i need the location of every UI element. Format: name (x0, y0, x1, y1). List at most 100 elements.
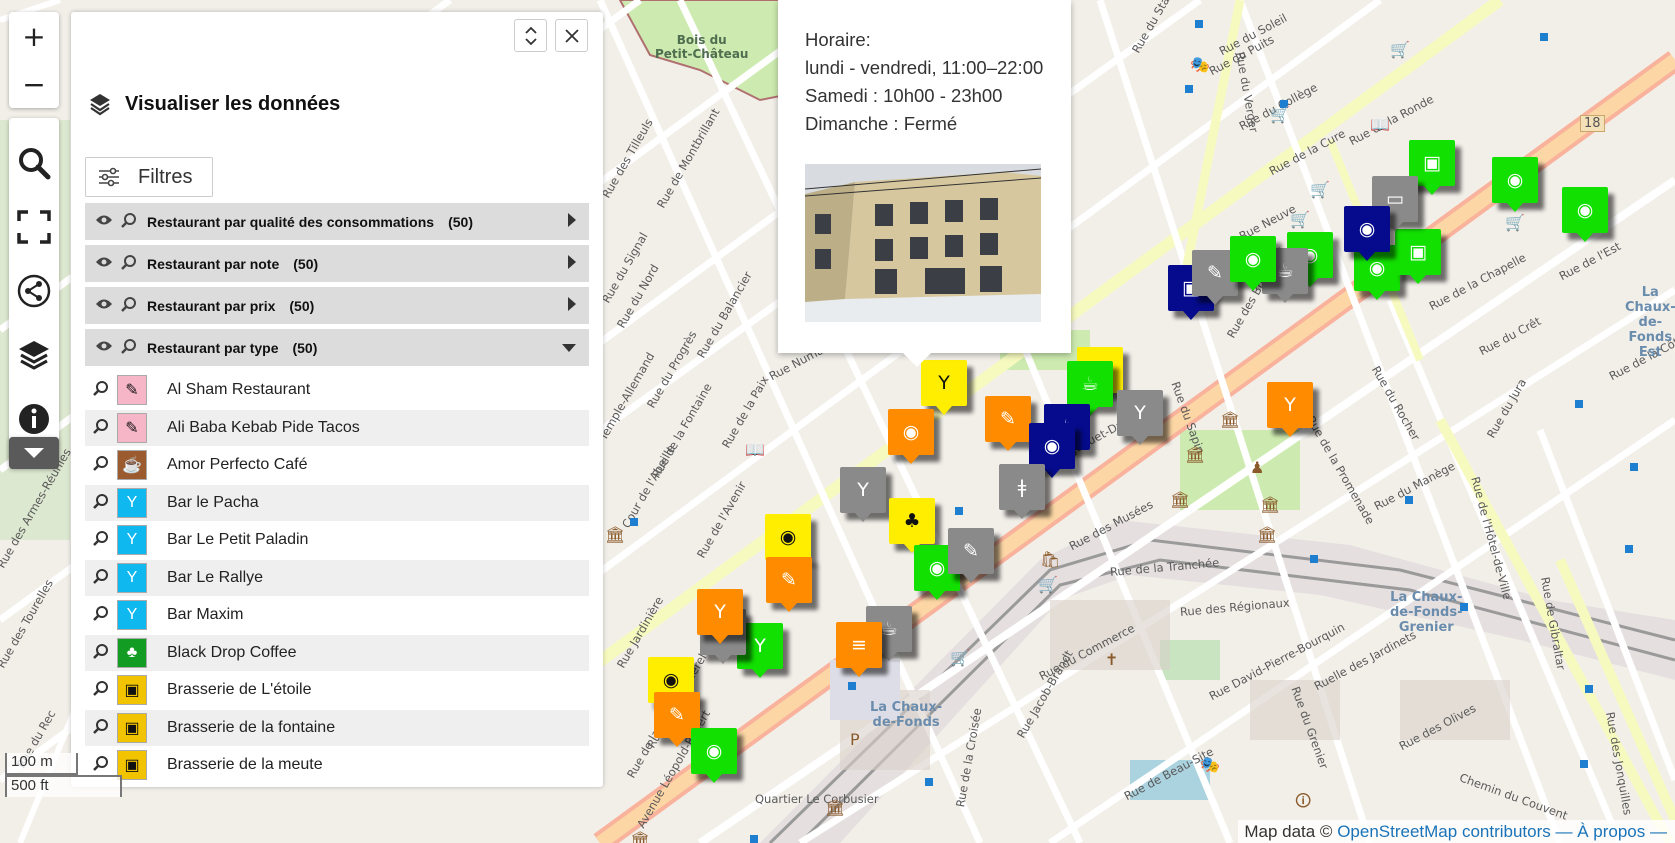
map-marker-burger[interactable]: ≡ (836, 622, 882, 677)
map-marker-kebab[interactable]: ✎ (985, 396, 1031, 451)
map-marker-beer[interactable]: ▣ (1395, 229, 1441, 284)
map-marker-kebab[interactable]: ✎ (766, 557, 812, 612)
list-item[interactable]: ✎ Ali Baba Kebab Pide Tacos (85, 409, 589, 447)
layer-count: (50) (293, 255, 319, 272)
poi-icon: 🛒 (1270, 105, 1290, 124)
map-marker-restaurant[interactable]: ◉ (1230, 236, 1276, 291)
zoom-to-item-icon[interactable] (85, 680, 117, 700)
map-marker-restaurant[interactable]: ◉ (1562, 187, 1608, 242)
fullscreen-button[interactable] (9, 194, 59, 259)
layers-icon (90, 94, 110, 116)
list-item[interactable]: Y Bar Maxim (85, 597, 589, 635)
cocktail-icon: Y (1134, 401, 1146, 424)
map-marker-coffee-beans[interactable]: ♣ (889, 498, 935, 553)
search-button[interactable] (9, 130, 59, 195)
list-item[interactable]: ✎ Al Sham Restaurant (85, 372, 589, 410)
poi-icon: 🛒 (1290, 210, 1310, 229)
list-item[interactable]: ♣ Black Drop Coffee (85, 634, 589, 672)
bus-stop-icon (955, 507, 963, 515)
list-item[interactable]: ▣ Brasserie de la meute (85, 747, 589, 785)
zoom-to-item-icon[interactable] (85, 605, 117, 625)
share-button[interactable] (9, 258, 59, 323)
map-marker-restaurant[interactable]: ◉ (1029, 423, 1075, 478)
zoom-to-layer-icon[interactable] (121, 254, 147, 274)
zoom-to-item-icon[interactable] (85, 380, 117, 400)
bus-stop-icon (1575, 400, 1583, 408)
zoom-to-layer-icon[interactable] (121, 338, 147, 358)
zoom-out-button[interactable]: − (9, 60, 59, 108)
zoom-to-item-icon[interactable] (85, 643, 117, 663)
poi-icon: 📖 (1370, 115, 1390, 134)
panel-title: Visualiser les données (125, 92, 341, 115)
layer-count: (50) (292, 339, 318, 356)
map-marker-cocktail[interactable]: Y (840, 467, 886, 522)
map-marker-cutlery[interactable]: ǂ (999, 464, 1045, 519)
layer-row[interactable]: Restaurant par prix (50) (85, 287, 589, 324)
about-link[interactable]: À propos (1577, 822, 1645, 841)
cocktail-icon: Y (938, 371, 950, 394)
list-item[interactable]: Y Bar Le Rallye (85, 559, 589, 597)
map-marker-restaurant[interactable]: ◉ (691, 728, 737, 783)
list-item[interactable]: Y Bar Le Petit Paladin (85, 522, 589, 560)
zoom-to-item-icon[interactable] (85, 455, 117, 475)
zoom-to-item-icon[interactable] (85, 718, 117, 738)
coffee-icon: ☕ (1081, 372, 1099, 395)
map-marker-cocktail[interactable]: Y (697, 589, 743, 644)
zoom-to-item-icon[interactable] (85, 418, 117, 438)
list-item[interactable]: Y Bar le Pacha (85, 484, 589, 522)
eye-icon[interactable] (95, 213, 121, 230)
list-item[interactable]: ▣ Brasserie de L'étoile (85, 672, 589, 710)
close-button[interactable] (555, 19, 588, 52)
fullscreen-icon (17, 209, 51, 244)
zoom-to-item-icon[interactable] (85, 568, 117, 588)
zoom-to-layer-icon[interactable] (121, 296, 147, 316)
bus-stop-icon (925, 778, 933, 786)
layer-row[interactable]: Restaurant par note (50) (85, 245, 589, 282)
caret-right-icon[interactable] (567, 254, 577, 273)
map-marker-coffee[interactable]: ☕ (1067, 361, 1113, 416)
coffee-beans-icon: ♣ (903, 509, 921, 532)
caret-right-icon[interactable] (567, 296, 577, 315)
layer-row[interactable]: Restaurant par qualité des consommations… (85, 203, 589, 240)
eye-icon[interactable] (95, 339, 121, 356)
poi-icon: 🏛 (1260, 495, 1281, 514)
zoom-to-item-icon[interactable] (85, 755, 117, 775)
zoom-to-item-icon[interactable] (85, 530, 117, 550)
map-marker-kebab[interactable]: ✎ (948, 528, 994, 583)
list-item[interactable]: ▣ Brasserie de la fontaine (85, 709, 589, 747)
poi-icon: ✝ (1105, 650, 1119, 669)
layer-list: Restaurant par qualité des consommations… (85, 203, 589, 371)
kebab-icon: ✎ (117, 375, 147, 406)
chevron-down-icon (24, 448, 44, 458)
map-marker-restaurant[interactable]: ◉ (888, 409, 934, 464)
coffee-cup-icon: ☕ (117, 450, 147, 481)
bus-stop-icon (1540, 33, 1548, 41)
expand-collapse-icon (524, 26, 537, 45)
map-marker-restaurant[interactable]: ◉ (1492, 157, 1538, 212)
layer-count: (50) (289, 297, 315, 314)
layers-button[interactable] (9, 322, 59, 387)
osm-contributors-link[interactable]: OpenStreetMap contributors (1337, 822, 1551, 841)
list-item[interactable]: ☕ Amor Perfecto Café (85, 447, 589, 485)
eye-icon[interactable] (95, 255, 121, 272)
map-marker-cocktail[interactable]: Y (1267, 382, 1313, 437)
map-marker-restaurant[interactable]: ◉ (765, 514, 811, 569)
poi-icon: 🛒 (1390, 40, 1410, 59)
bus-stop-icon (1585, 685, 1593, 693)
zoom-to-item-icon[interactable] (85, 493, 117, 513)
data-panel: Visualiser les données Filtres Restauran… (71, 12, 603, 787)
zoom-to-layer-icon[interactable] (121, 212, 147, 232)
poi-icon: 🛍 (1040, 550, 1061, 569)
map-marker-cocktail[interactable]: Y (1117, 390, 1163, 445)
layer-row[interactable]: Restaurant par type (50) (85, 329, 589, 366)
caret-down-icon[interactable] (561, 340, 577, 356)
zoom-in-button[interactable]: + (9, 12, 59, 60)
expand-collapse-button[interactable] (514, 19, 547, 52)
cocktail-icon: Y (117, 487, 147, 518)
map-marker-restaurant[interactable]: ◉ (1344, 206, 1390, 261)
eye-icon[interactable] (95, 297, 121, 314)
more-tools-button[interactable] (9, 437, 59, 469)
filters-button[interactable]: Filtres (85, 157, 213, 197)
caret-right-icon[interactable] (567, 212, 577, 231)
scale-metric: 100 m (5, 753, 78, 775)
